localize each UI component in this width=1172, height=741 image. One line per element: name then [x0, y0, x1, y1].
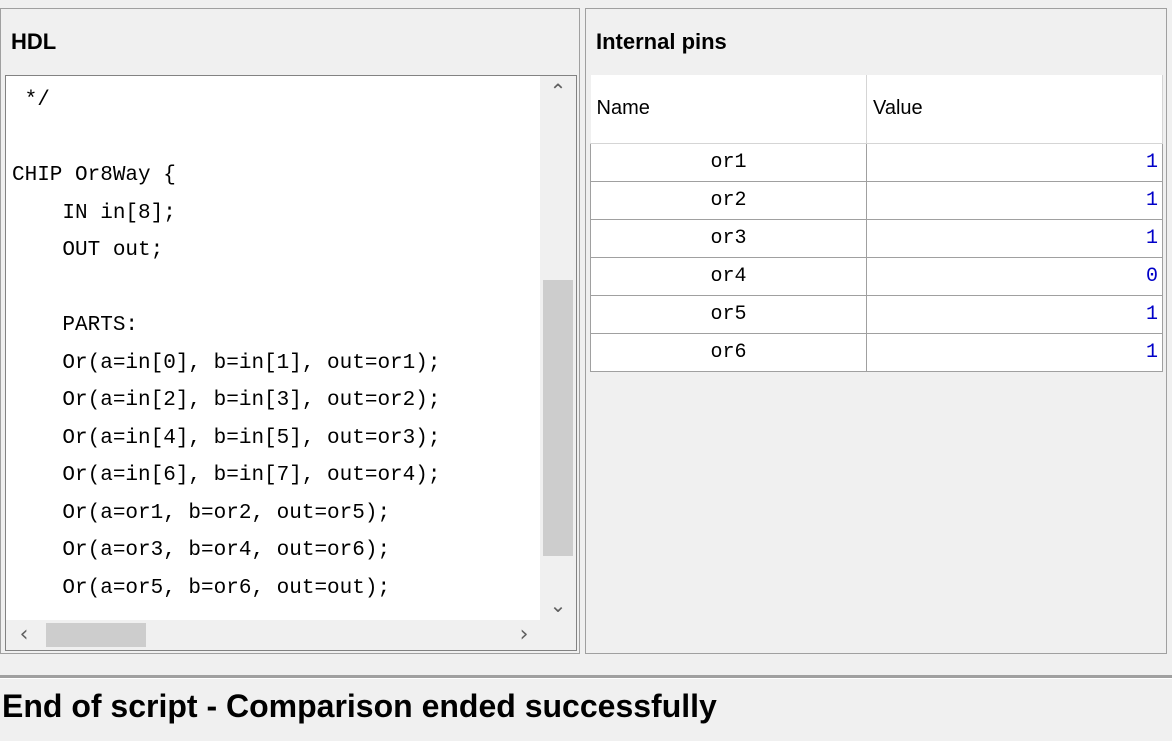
hdl-title: HDL [11, 29, 57, 54]
horizontal-scrollbar[interactable]: ‹ › [6, 620, 542, 650]
scroll-corner [540, 620, 576, 650]
chevron-right-icon[interactable]: › [506, 620, 542, 650]
chevron-left-icon[interactable]: ‹ [6, 620, 42, 650]
table-row[interactable]: or5 1 [590, 294, 1163, 334]
vertical-scroll-thumb[interactable] [543, 280, 573, 556]
code-line: Or(a=in[6], b=in[7], out=or4); [12, 464, 441, 487]
code-line: Or(a=in[4], b=in[5], out=or3); [12, 426, 441, 450]
code-line: Or(a=or5, b=or6, out=out); [12, 576, 391, 600]
code-line: */ [12, 89, 50, 112]
vertical-scrollbar[interactable]: ⌃ ⌄ [540, 76, 576, 620]
pin-name-cell: or6 [590, 332, 867, 372]
table-row[interactable]: or6 1 [590, 332, 1163, 372]
hdl-code-view[interactable]: */ CHIP Or8Way { IN in[8]; OUT out; PART… [5, 75, 577, 651]
column-header-value[interactable]: Value [866, 75, 1163, 144]
hdl-code-lines: */ CHIP Or8Way { IN in[8]; OUT out; PART… [12, 82, 538, 622]
pin-value-cell[interactable]: 1 [866, 294, 1163, 334]
internal-pins-panel: Internal pins Name Value or1 1 or2 1 or3… [585, 8, 1167, 654]
code-line: Or(a=or3, b=or4, out=or6); [12, 539, 391, 562]
internal-pins-table: Name Value or1 1 or2 1 or3 1 or4 0 or5 1… [590, 75, 1163, 372]
code-line: OUT out; [12, 239, 164, 262]
horizontal-scroll-thumb[interactable] [46, 623, 146, 647]
code-line: IN in[8]; [12, 201, 176, 225]
pin-value-cell[interactable]: 1 [866, 332, 1163, 372]
column-header-name[interactable]: Name [590, 75, 867, 144]
pin-value-cell[interactable]: 1 [866, 142, 1163, 182]
internal-pins-title: Internal pins [596, 29, 727, 54]
hdl-panel: HDL */ CHIP Or8Way { IN in[8]; OUT out; … [0, 8, 580, 654]
table-header-row: Name Value [590, 75, 1163, 144]
table-row[interactable]: or4 0 [590, 256, 1163, 296]
chevron-down-icon[interactable]: ⌄ [540, 590, 576, 620]
status-message: End of script - Comparison ended success… [2, 688, 717, 724]
pin-value-cell[interactable]: 1 [866, 180, 1163, 220]
pin-value-cell[interactable]: 0 [866, 256, 1163, 296]
status-divider [0, 675, 1172, 679]
chevron-up-icon[interactable]: ⌃ [540, 76, 576, 106]
table-row[interactable]: or3 1 [590, 218, 1163, 258]
code-line: PARTS: [12, 314, 139, 337]
pin-value-cell[interactable]: 1 [866, 218, 1163, 258]
pin-name-cell: or1 [590, 142, 867, 182]
pin-name-cell: or5 [590, 294, 867, 334]
code-line: Or(a=or1, b=or2, out=or5); [12, 501, 391, 525]
table-row[interactable]: or2 1 [590, 180, 1163, 220]
code-line: Or(a=in[0], b=in[1], out=or1); [12, 351, 441, 375]
pin-name-cell: or4 [590, 256, 867, 296]
code-line: Or(a=in[2], b=in[3], out=or2); [12, 389, 441, 412]
pin-name-cell: or3 [590, 218, 867, 258]
code-line: CHIP Or8Way { [12, 164, 176, 187]
table-row[interactable]: or1 1 [590, 142, 1163, 182]
pin-name-cell: or2 [590, 180, 867, 220]
